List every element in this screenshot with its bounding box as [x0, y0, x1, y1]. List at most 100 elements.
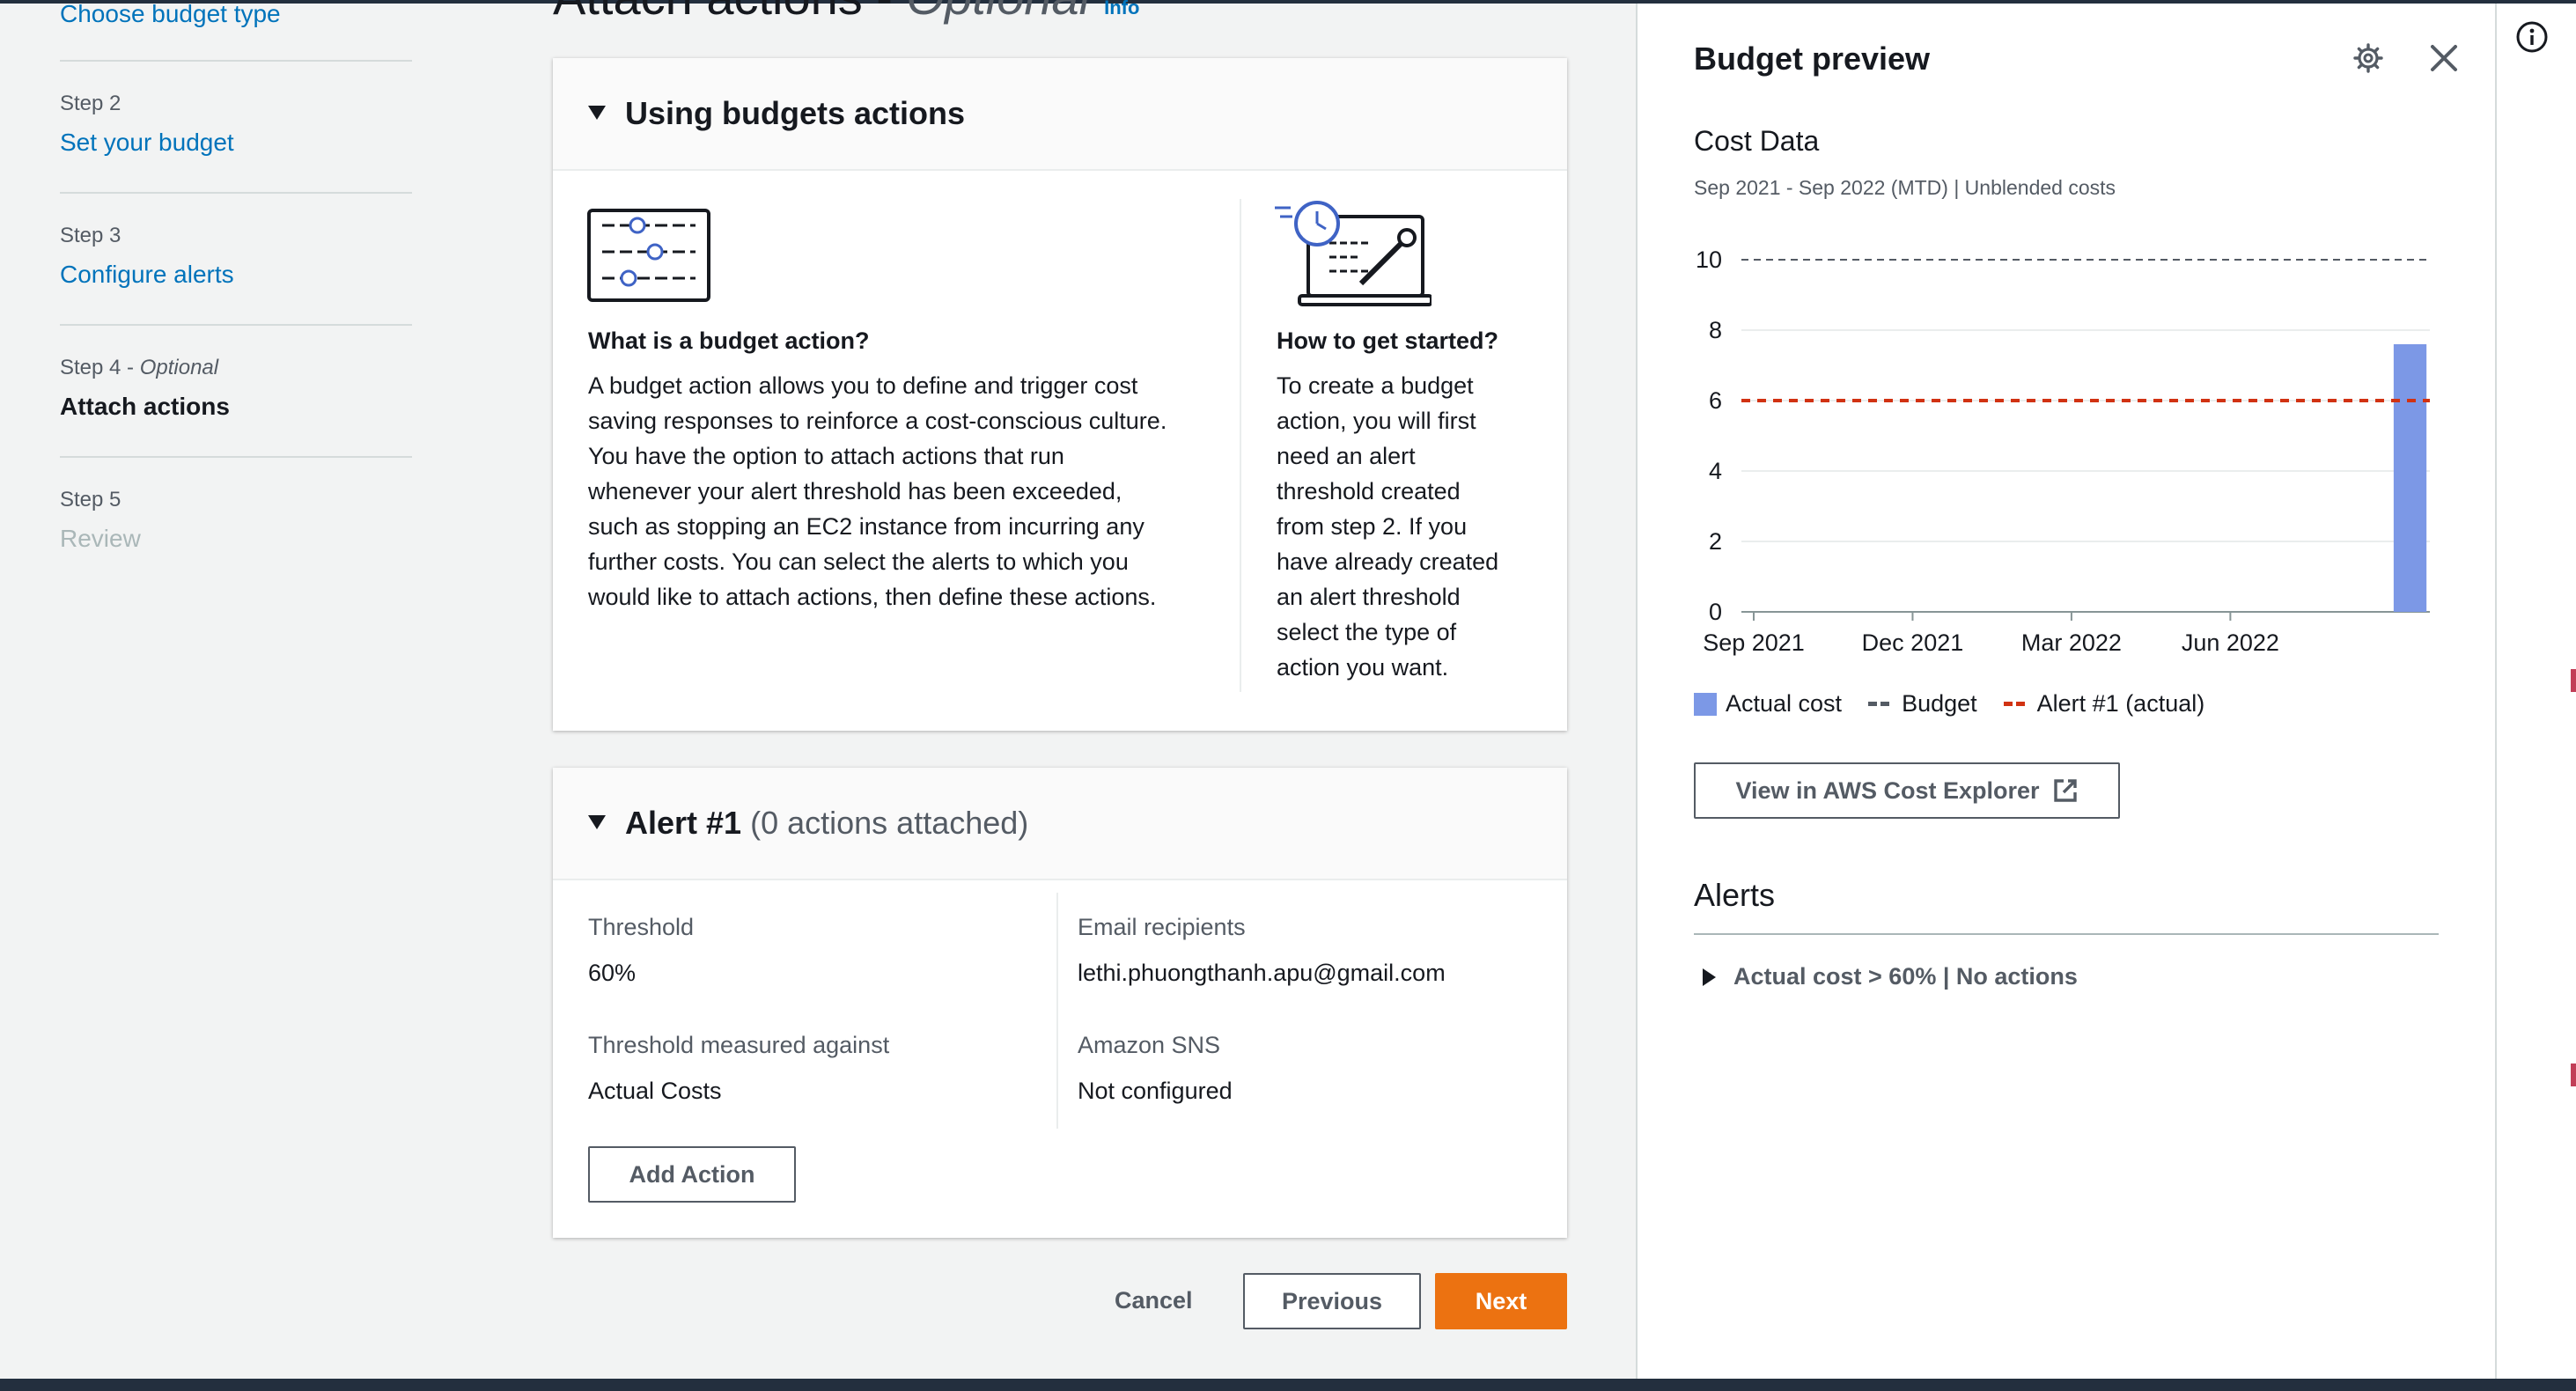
- close-panel-button[interactable]: [2425, 39, 2463, 77]
- legend-dash-alert: [2003, 702, 2028, 706]
- legend-label-actual: Actual cost: [1726, 690, 1843, 717]
- x-tick-label: Dec 2021: [1862, 629, 1964, 656]
- nav-divider: [60, 456, 412, 458]
- nav-step-3-number: Step 3: [60, 224, 121, 247]
- threshold-value: 60%: [588, 960, 637, 986]
- close-icon: [2431, 45, 2457, 71]
- actual-cost-bar: [2393, 344, 2427, 612]
- nav-link-configure-alerts[interactable]: Configure alerts: [60, 261, 234, 289]
- column-divider: [1240, 199, 1241, 692]
- column-divider: [1056, 893, 1058, 1129]
- legend-actual-cost[interactable]: Actual cost: [1694, 690, 1842, 718]
- next-button[interactable]: Next: [1435, 1273, 1567, 1329]
- alert-action-count: (0 actions attached): [750, 805, 1029, 841]
- page-title-optional: Optional: [907, 0, 1091, 25]
- nav-link-choose-budget-type[interactable]: Choose budget type: [60, 0, 281, 28]
- caret-down-icon: [588, 106, 606, 120]
- nav-step-5-number: Step 5: [60, 488, 121, 512]
- how-line: threshold created: [1277, 478, 1461, 504]
- nav-step-4-optional: Optional: [139, 356, 219, 379]
- nav-current-attach-actions: Attach actions: [60, 393, 230, 420]
- alert-1-panel: Alert #1 (0 actions attached) Threshold …: [553, 768, 1567, 1238]
- what-heading: What is a budget action?: [588, 328, 870, 354]
- sliders-illustration-icon: [587, 209, 710, 302]
- alert-name: Alert #1: [625, 805, 742, 841]
- legend-swatch-actual: [1694, 692, 1717, 716]
- measured-against-value: Actual Costs: [588, 1078, 722, 1104]
- y-tick-label: 8: [1709, 317, 1722, 343]
- legend-dash-budget: [1868, 702, 1893, 706]
- chart-legend: Actual cost Budget Alert #1 (actual): [1694, 690, 2231, 718]
- y-tick-label: 4: [1709, 458, 1722, 484]
- panel-header-toggle[interactable]: Using budgets actions: [553, 58, 1567, 171]
- info-panel-toggle[interactable]: [2514, 19, 2550, 55]
- caret-down-icon: [588, 815, 606, 829]
- measured-against-label: Threshold measured against: [588, 1032, 890, 1058]
- nav-step-2-number: Step 2: [60, 92, 121, 115]
- nav-link-set-your-budget[interactable]: Set your budget: [60, 129, 234, 157]
- info-circle-icon: [2516, 21, 2548, 53]
- how-line: To create a budget: [1277, 372, 1474, 399]
- how-line: have already created: [1277, 548, 1499, 575]
- how-line: from step 2. If you: [1277, 513, 1468, 540]
- x-tick-label: Jun 2022: [2182, 629, 2279, 656]
- legend-alert[interactable]: Alert #1 (actual): [2003, 690, 2204, 718]
- legend-budget[interactable]: Budget: [1868, 690, 1977, 718]
- info-link[interactable]: Info: [1104, 0, 1139, 18]
- how-description: To create a budget action, you will firs…: [1277, 368, 1558, 685]
- what-line: further costs. You can select the alerts…: [588, 548, 1129, 575]
- how-line: action you want.: [1277, 654, 1449, 681]
- help-panel-strip: [2495, 4, 2576, 1379]
- what-line: A budget action allows you to define and…: [588, 372, 1138, 399]
- caret-right-icon: [1703, 968, 1716, 986]
- budget-preview-panel: Budget preview Cost Data Sep 2021 - Sep …: [1636, 4, 2495, 1379]
- nav-step-review-disabled: Review: [60, 525, 141, 552]
- what-line: You have the option to attach actions th…: [588, 443, 1064, 469]
- how-line: need an alert: [1277, 443, 1416, 469]
- y-tick-label: 2: [1709, 528, 1722, 555]
- nav-step-4-prefix: Step 4 -: [60, 356, 140, 379]
- page-title: Attach actions - Optional Info: [553, 0, 1139, 26]
- cost-data-subtitle: Sep 2021 - Sep 2022 (MTD) | Unblended co…: [1694, 176, 2116, 199]
- how-line: action, you will first: [1277, 408, 1476, 434]
- y-tick-label: 0: [1709, 599, 1722, 625]
- alert-row-expand[interactable]: Actual cost > 60% | No actions: [1703, 963, 2078, 990]
- using-budget-actions-panel: Using budgets actions What is a budget a…: [553, 58, 1567, 731]
- y-tick-label: 10: [1696, 247, 1722, 273]
- add-action-button[interactable]: Add Action: [588, 1146, 796, 1203]
- cancel-button[interactable]: Cancel: [1115, 1287, 1193, 1314]
- budget-preview-title: Budget preview: [1694, 40, 1931, 77]
- alert-row-label: Actual cost > 60% | No actions: [1733, 963, 2078, 990]
- edge-accent-mark: [2571, 1063, 2576, 1086]
- nav-step-4-number: Step 4 - Optional: [60, 356, 218, 380]
- what-description: A budget action allows you to define and…: [588, 368, 1204, 615]
- how-line: select the type of: [1277, 619, 1457, 645]
- nav-divider: [60, 60, 412, 62]
- what-line: saving responses to reinforce a cost-con…: [588, 408, 1167, 434]
- laptop-wrench-illustration-icon: [1275, 201, 1432, 306]
- cost-data-heading: Cost Data: [1694, 125, 1820, 157]
- previous-button[interactable]: Previous: [1243, 1273, 1421, 1329]
- explorer-button-label: View in AWS Cost Explorer: [1735, 776, 2040, 804]
- view-in-cost-explorer-button[interactable]: View in AWS Cost Explorer: [1694, 762, 2120, 819]
- settings-gear-icon: [2353, 43, 2383, 73]
- x-tick-label: Sep 2021: [1703, 629, 1805, 656]
- nav-divider: [60, 324, 412, 326]
- edge-accent-mark: [2571, 669, 2576, 692]
- window-bottom-border: [0, 1379, 2576, 1391]
- external-link-icon: [2053, 779, 2077, 802]
- settings-gear-button[interactable]: [2349, 39, 2388, 77]
- alert-title: Alert #1 (0 actions attached): [625, 805, 1028, 842]
- alert-panel-header-toggle[interactable]: Alert #1 (0 actions attached): [553, 768, 1567, 880]
- alerts-divider: [1694, 933, 2439, 935]
- what-line: whenever your alert threshold has been e…: [588, 478, 1122, 504]
- how-heading: How to get started?: [1277, 328, 1499, 354]
- panel-title: Using budgets actions: [625, 95, 966, 131]
- email-recipients-label: Email recipients: [1078, 914, 1246, 940]
- page-title-text: Attach actions -: [553, 0, 907, 25]
- email-recipients-value: lethi.phuongthanh.apu@gmail.com: [1078, 960, 1446, 986]
- amazon-sns-label: Amazon SNS: [1078, 1032, 1221, 1058]
- what-line: would like to attach actions, then defin…: [588, 584, 1157, 610]
- what-line: such as stopping an EC2 instance from in…: [588, 513, 1144, 540]
- cost-chart: 0 2 4 6 8 10 Sep 2021 Dec 2021 Mar 2022 Jun 2022: [1696, 247, 2430, 656]
